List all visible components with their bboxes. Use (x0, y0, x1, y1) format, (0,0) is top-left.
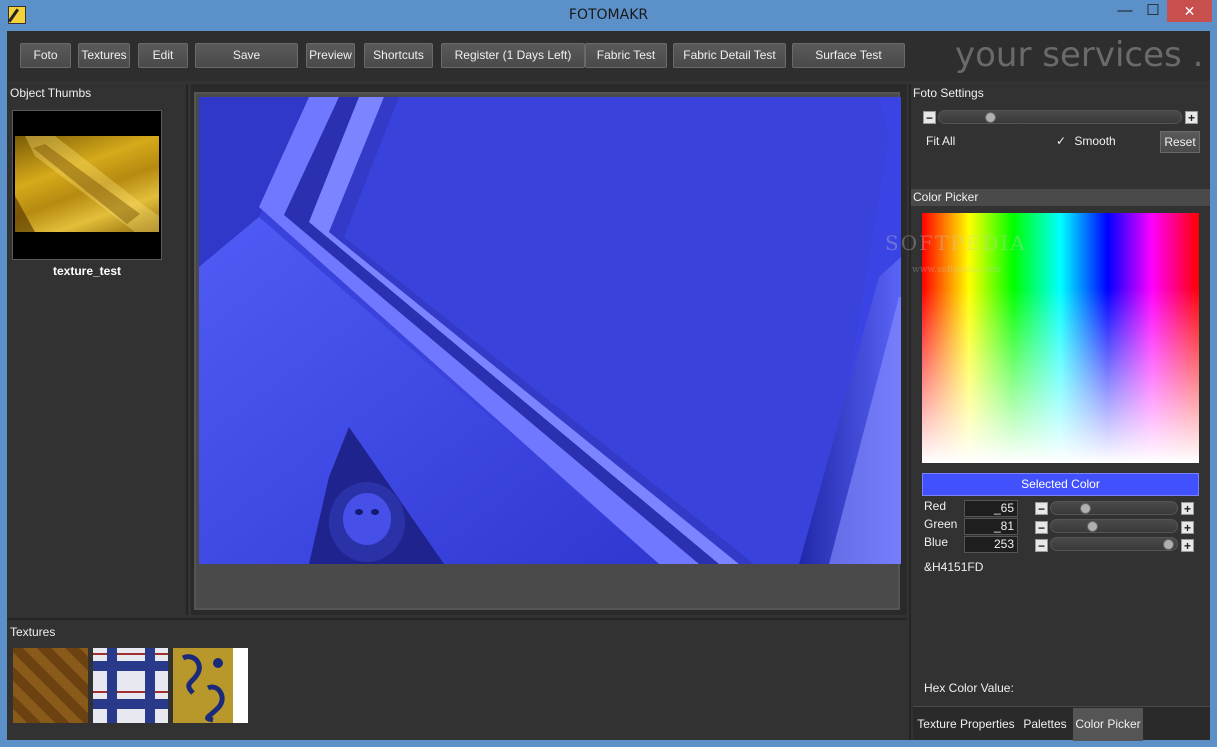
zoom-out-button[interactable]: − (923, 111, 936, 124)
surface-test-button[interactable]: Surface Test (792, 43, 905, 68)
main-toolbar: Foto Textures Edit Save Preview Shortcut… (7, 31, 1210, 115)
thumbnail-image (15, 136, 159, 232)
client-area: Foto Textures Edit Save Preview Shortcut… (7, 31, 1210, 741)
hex-color-value-label: Hex Color Value: (924, 681, 1014, 695)
fit-all-link[interactable]: Fit All (926, 134, 955, 148)
foto-button[interactable]: Foto (20, 43, 71, 68)
thumbnail-label: texture_test (52, 264, 122, 278)
parquet-texture-swatch[interactable] (13, 648, 88, 723)
zoom-in-button[interactable]: + (1185, 111, 1198, 124)
red-slider[interactable] (1050, 501, 1178, 515)
app-window: FOTOMAKR — ☐ ✕ Foto Textures Edit Save P… (0, 0, 1217, 747)
red-increase-button[interactable]: + (1181, 502, 1194, 515)
object-thumbs-panel: Object Thumbs texture_test (7, 84, 188, 615)
photo-preview[interactable] (199, 97, 901, 564)
selected-color-swatch: Selected Color (922, 473, 1199, 496)
smooth-label: Smooth (1074, 134, 1116, 148)
preview-button[interactable]: Preview (306, 43, 355, 68)
blue-slider[interactable] (1050, 537, 1178, 551)
blue-value-input[interactable]: 253 (964, 536, 1018, 553)
hex-code-text: &H4151FD (924, 560, 984, 574)
register-button[interactable]: Register (1 Days Left) (441, 43, 585, 68)
red-label: Red (924, 499, 947, 513)
minimize-button[interactable]: — (1111, 0, 1139, 22)
object-thumbs-label: Object Thumbs (10, 86, 92, 100)
green-decrease-button[interactable]: − (1035, 521, 1048, 534)
zoom-slider[interactable] (938, 110, 1182, 124)
reset-button[interactable]: Reset (1160, 131, 1200, 153)
fabric-detail-test-button[interactable]: Fabric Detail Test (673, 43, 786, 68)
maximize-button[interactable]: ☐ (1139, 0, 1167, 22)
tab-color-picker[interactable]: Color Picker (1073, 708, 1143, 741)
floral-texture-swatch[interactable] (173, 648, 248, 723)
green-slider[interactable] (1050, 519, 1178, 533)
red-decrease-button[interactable]: − (1035, 502, 1048, 515)
object-thumbnail[interactable] (12, 110, 162, 260)
zoom-slider-knob[interactable] (985, 112, 996, 123)
blue-label: Blue (924, 535, 949, 549)
edit-button[interactable]: Edit (138, 43, 188, 68)
green-value-input[interactable]: _81 (964, 518, 1018, 535)
foto-settings-label: Foto Settings (913, 86, 984, 100)
plaid-texture-swatch[interactable] (93, 648, 168, 723)
blue-increase-button[interactable]: + (1181, 539, 1194, 552)
close-button[interactable]: ✕ (1167, 0, 1212, 22)
smooth-checkbox[interactable]: ✓ Smooth (1056, 134, 1116, 148)
watermark-text: SOFTPEDIA (885, 231, 1027, 255)
tab-palettes[interactable]: Palettes (1019, 708, 1071, 741)
properties-panel: Foto Settings − + Fit All ✓ Smooth Reset… (909, 84, 1210, 741)
textures-label: Textures (10, 625, 56, 639)
canvas-frame (194, 92, 901, 610)
tab-texture-properties[interactable]: Texture Properties (915, 708, 1017, 741)
blue-slider-knob[interactable] (1163, 539, 1174, 550)
red-slider-knob[interactable] (1080, 503, 1091, 514)
color-picker-label: Color Picker (913, 190, 979, 204)
shortcuts-button[interactable]: Shortcuts (364, 43, 433, 68)
save-button[interactable]: Save (195, 43, 298, 68)
watermark-url: www.softpedia.com (912, 265, 1001, 275)
green-slider-knob[interactable] (1087, 521, 1098, 532)
textures-button[interactable]: Textures (78, 43, 130, 68)
blue-decrease-button[interactable]: − (1035, 539, 1048, 552)
fabric-test-button[interactable]: Fabric Test (585, 43, 667, 68)
panel-tabs: Texture Properties Palettes Color Picker (913, 706, 1210, 741)
green-label: Green (924, 517, 958, 531)
canvas-area (191, 84, 907, 615)
red-value-input[interactable]: _65 (964, 500, 1018, 517)
window-title: FOTOMAKR (568, 7, 649, 23)
color-picker-header: Color Picker (911, 189, 1210, 206)
green-increase-button[interactable]: + (1181, 521, 1194, 534)
check-icon: ✓ (1056, 134, 1067, 148)
title-bar[interactable]: FOTOMAKR — ☐ ✕ (0, 0, 1217, 31)
textures-panel: Textures (7, 618, 907, 740)
